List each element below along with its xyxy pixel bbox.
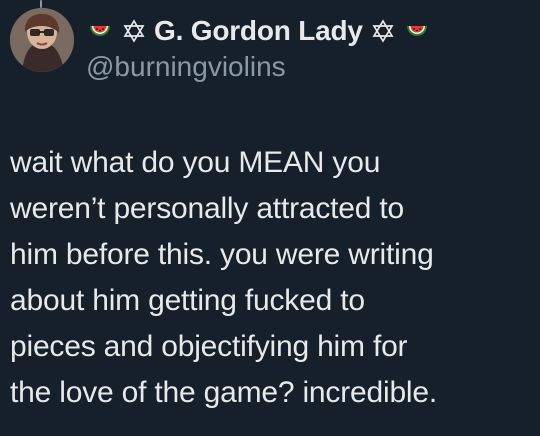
star-of-david-icon — [120, 17, 148, 45]
tweet-text: wait what do you MEAN you weren’t person… — [10, 146, 438, 409]
display-name[interactable]: G. Gordon Lady — [154, 15, 363, 47]
user-handle[interactable]: @burningviolins — [86, 50, 286, 84]
watermelon-icon — [86, 17, 114, 45]
tweet-card: G. Gordon Lady @burningviolins wait what… — [0, 0, 540, 436]
thread-connector-line — [40, 0, 42, 8]
display-name-row[interactable]: G. Gordon Lady — [86, 12, 431, 50]
star-of-david-icon — [369, 17, 397, 45]
watermelon-icon — [403, 17, 431, 45]
avatar[interactable] — [10, 8, 74, 72]
